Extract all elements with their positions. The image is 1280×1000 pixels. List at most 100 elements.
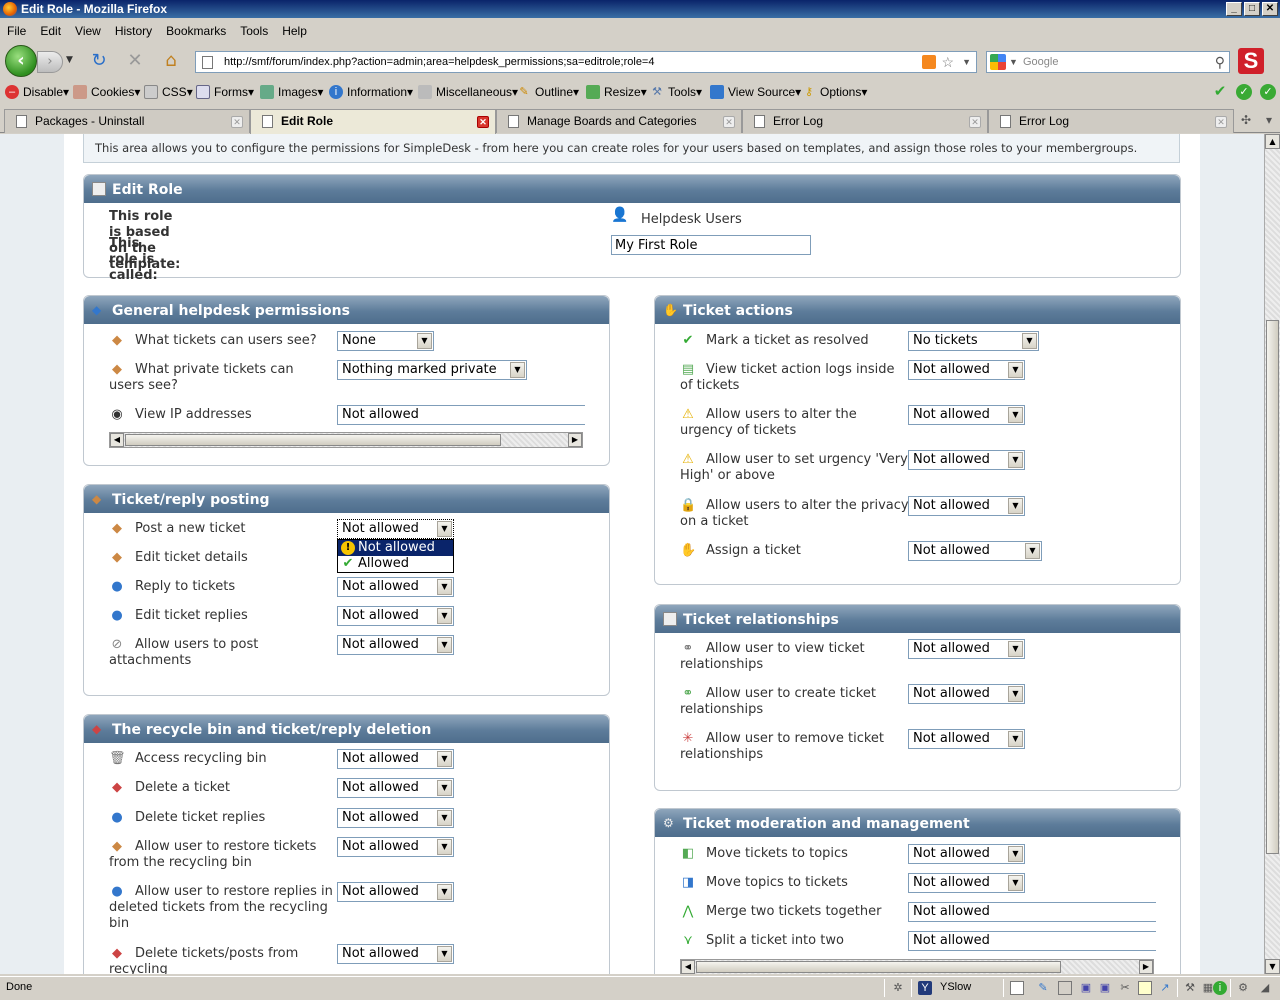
role-name-input[interactable] — [611, 235, 811, 255]
minimize-button[interactable]: _ — [1226, 2, 1242, 16]
url-bar[interactable]: http://smf/forum/index.php?action=admin;… — [195, 51, 977, 73]
menu-tools[interactable]: Tools — [233, 22, 275, 41]
tab-error-log[interactable]: Error Log ✕ — [742, 109, 988, 133]
edit-replies-select[interactable]: Not allowed ▼ — [337, 606, 454, 626]
pencil-icon[interactable]: ✎ — [1036, 981, 1050, 995]
move-to-tickets-select[interactable]: Not allowed ▼ — [908, 873, 1025, 893]
dev-cookies[interactable]: Cookies ▾ — [73, 85, 140, 99]
rss-feed-icon[interactable] — [922, 55, 936, 69]
privacy-select[interactable]: Not allowed ▼ — [908, 496, 1025, 516]
close-tab-icon[interactable]: ✕ — [231, 116, 243, 128]
stop-icon[interactable]: ✕ — [125, 51, 145, 71]
horizontal-scrollbar[interactable]: ◀ ▶ — [109, 432, 583, 448]
page-status-icon[interactable] — [1010, 981, 1024, 995]
dev-options[interactable]: ⚷ Options ▾ — [802, 85, 867, 99]
scroll-thumb[interactable] — [125, 434, 501, 446]
css-valid-icon[interactable]: ✓ — [1236, 84, 1252, 100]
attachments-select[interactable]: Not allowed ▼ — [337, 635, 454, 655]
search-icon[interactable]: ⚲ — [1215, 52, 1225, 72]
dev-miscellaneous[interactable]: Miscellaneous ▾ — [418, 85, 518, 99]
scissors-icon[interactable]: ✂ — [1118, 981, 1132, 995]
view-relationships-select[interactable]: Not allowed ▼ — [908, 639, 1025, 659]
menu-view[interactable]: View — [68, 22, 108, 41]
yslow-label[interactable]: YSlow — [940, 981, 971, 993]
dev-forms[interactable]: Forms ▾ — [196, 85, 254, 99]
post-ticket-select[interactable]: Not allowed ▼ — [337, 519, 454, 539]
dev-information[interactable]: i Information ▾ — [329, 85, 413, 99]
scroll-thumb[interactable] — [1266, 320, 1279, 854]
assign-select[interactable]: Not allowed ▼ — [908, 541, 1042, 561]
search-input[interactable]: ▼ Google ⚲ — [986, 51, 1230, 73]
html-valid-icon[interactable]: ✓ — [1260, 84, 1276, 100]
close-tab-icon[interactable]: ✕ — [969, 116, 981, 128]
validation-check-icon[interactable]: ✔ — [1212, 84, 1228, 100]
save-icon[interactable]: ▣ — [1079, 981, 1093, 995]
scroll-up-icon[interactable]: ▲ — [1265, 134, 1280, 149]
dropdown-option-not-allowed[interactable]: ! Not allowed — [338, 540, 453, 556]
maximize-button[interactable]: □ — [1244, 2, 1260, 16]
search-engine-dropdown-icon[interactable]: ▼ — [1009, 52, 1018, 72]
dev-tools[interactable]: ⚒ Tools ▾ — [650, 85, 702, 99]
google-icon[interactable] — [990, 54, 1006, 70]
access-recycle-select[interactable]: Not allowed ▼ — [337, 749, 454, 769]
dev-disable[interactable]: – Disable ▾ — [5, 85, 69, 99]
tab-manage-boards[interactable]: Manage Boards and Categories ✕ — [496, 109, 742, 133]
yslow-icon[interactable]: Y — [918, 981, 932, 995]
dev-outline[interactable]: ✎ Outline ▾ — [517, 85, 579, 99]
firebug-icon[interactable]: ✲ — [891, 981, 905, 995]
dropdown-option-allowed[interactable]: ✔ Allowed — [338, 556, 453, 572]
close-tab-icon[interactable]: ✕ — [1215, 116, 1227, 128]
home-icon[interactable]: ⌂ — [161, 51, 181, 71]
bookmark-star-icon[interactable]: ☆ — [941, 52, 954, 72]
tab-list-dropdown-icon[interactable]: ▾ — [1266, 113, 1272, 127]
save-as-icon[interactable]: ▣ — [1098, 981, 1112, 995]
dev-resize[interactable]: Resize ▾ — [586, 85, 647, 99]
scroll-down-icon[interactable]: ▼ — [1265, 959, 1280, 974]
menu-help[interactable]: Help — [275, 22, 314, 41]
action-log-select[interactable]: Not allowed ▼ — [908, 360, 1025, 380]
delete-replies-select[interactable]: Not allowed ▼ — [337, 808, 454, 828]
split-select[interactable]: Not allowed — [908, 931, 1156, 951]
close-tab-icon[interactable]: ✕ — [477, 116, 489, 128]
horizontal-scrollbar[interactable]: ◀ ▶ — [680, 959, 1154, 974]
forward-button[interactable]: › — [37, 51, 63, 73]
tools-icon[interactable]: ⚒ — [1183, 981, 1197, 995]
resolve-select[interactable]: No tickets ▼ — [908, 331, 1039, 351]
graph-icon[interactable]: ↗ — [1158, 981, 1172, 995]
ruler-icon[interactable] — [1058, 981, 1072, 995]
dev-css[interactable]: CSS ▾ — [144, 85, 193, 99]
private-tickets-select[interactable]: Nothing marked private ▼ — [337, 360, 527, 380]
tab-edit-role[interactable]: Edit Role ✕ — [250, 109, 496, 134]
menu-history[interactable]: History — [108, 22, 159, 41]
very-high-urgency-select[interactable]: Not allowed ▼ — [908, 450, 1025, 470]
resize-grip-icon[interactable]: ◢ — [1258, 981, 1272, 995]
s-addon-icon[interactable]: S — [1238, 48, 1264, 74]
info-icon[interactable]: i — [1213, 981, 1227, 995]
tab-packages-uninstall[interactable]: Packages - Uninstall ✕ — [4, 109, 250, 133]
menu-bookmarks[interactable]: Bookmarks — [159, 22, 233, 41]
reload-icon[interactable]: ↻ — [89, 51, 109, 71]
scroll-left-icon[interactable]: ◀ — [110, 433, 124, 447]
remove-relationships-select[interactable]: Not allowed ▼ — [908, 729, 1025, 749]
restore-replies-select[interactable]: Not allowed ▼ — [337, 882, 454, 902]
close-tab-icon[interactable]: ✕ — [723, 116, 735, 128]
reply-tickets-select[interactable]: Not allowed ▼ — [337, 577, 454, 597]
alter-urgency-select[interactable]: Not allowed ▼ — [908, 405, 1025, 425]
scroll-thumb[interactable] — [696, 961, 1061, 973]
delete-ticket-select[interactable]: Not allowed ▼ — [337, 778, 454, 798]
merge-select[interactable]: Not allowed — [908, 902, 1156, 922]
history-dropdown-icon[interactable]: ▼ — [66, 55, 73, 65]
scroll-right-icon[interactable]: ▶ — [1139, 960, 1153, 974]
move-to-topics-select[interactable]: Not allowed ▼ — [908, 844, 1025, 864]
view-ip-select[interactable]: Not allowed — [337, 405, 585, 425]
restore-tickets-select[interactable]: Not allowed ▼ — [337, 837, 454, 857]
menu-edit[interactable]: Edit — [33, 22, 68, 41]
back-button[interactable]: ‹ — [5, 45, 37, 77]
vertical-scrollbar[interactable]: ▲ ▼ — [1264, 134, 1280, 974]
close-window-button[interactable]: ✕ — [1262, 2, 1278, 16]
settings-gear-icon[interactable]: ⚙ — [1236, 981, 1250, 995]
delete-from-recycle-select[interactable]: Not allowed ▼ — [337, 944, 454, 964]
create-relationships-select[interactable]: Not allowed ▼ — [908, 684, 1025, 704]
note-icon[interactable] — [1138, 981, 1152, 995]
scroll-left-icon[interactable]: ◀ — [681, 960, 695, 974]
